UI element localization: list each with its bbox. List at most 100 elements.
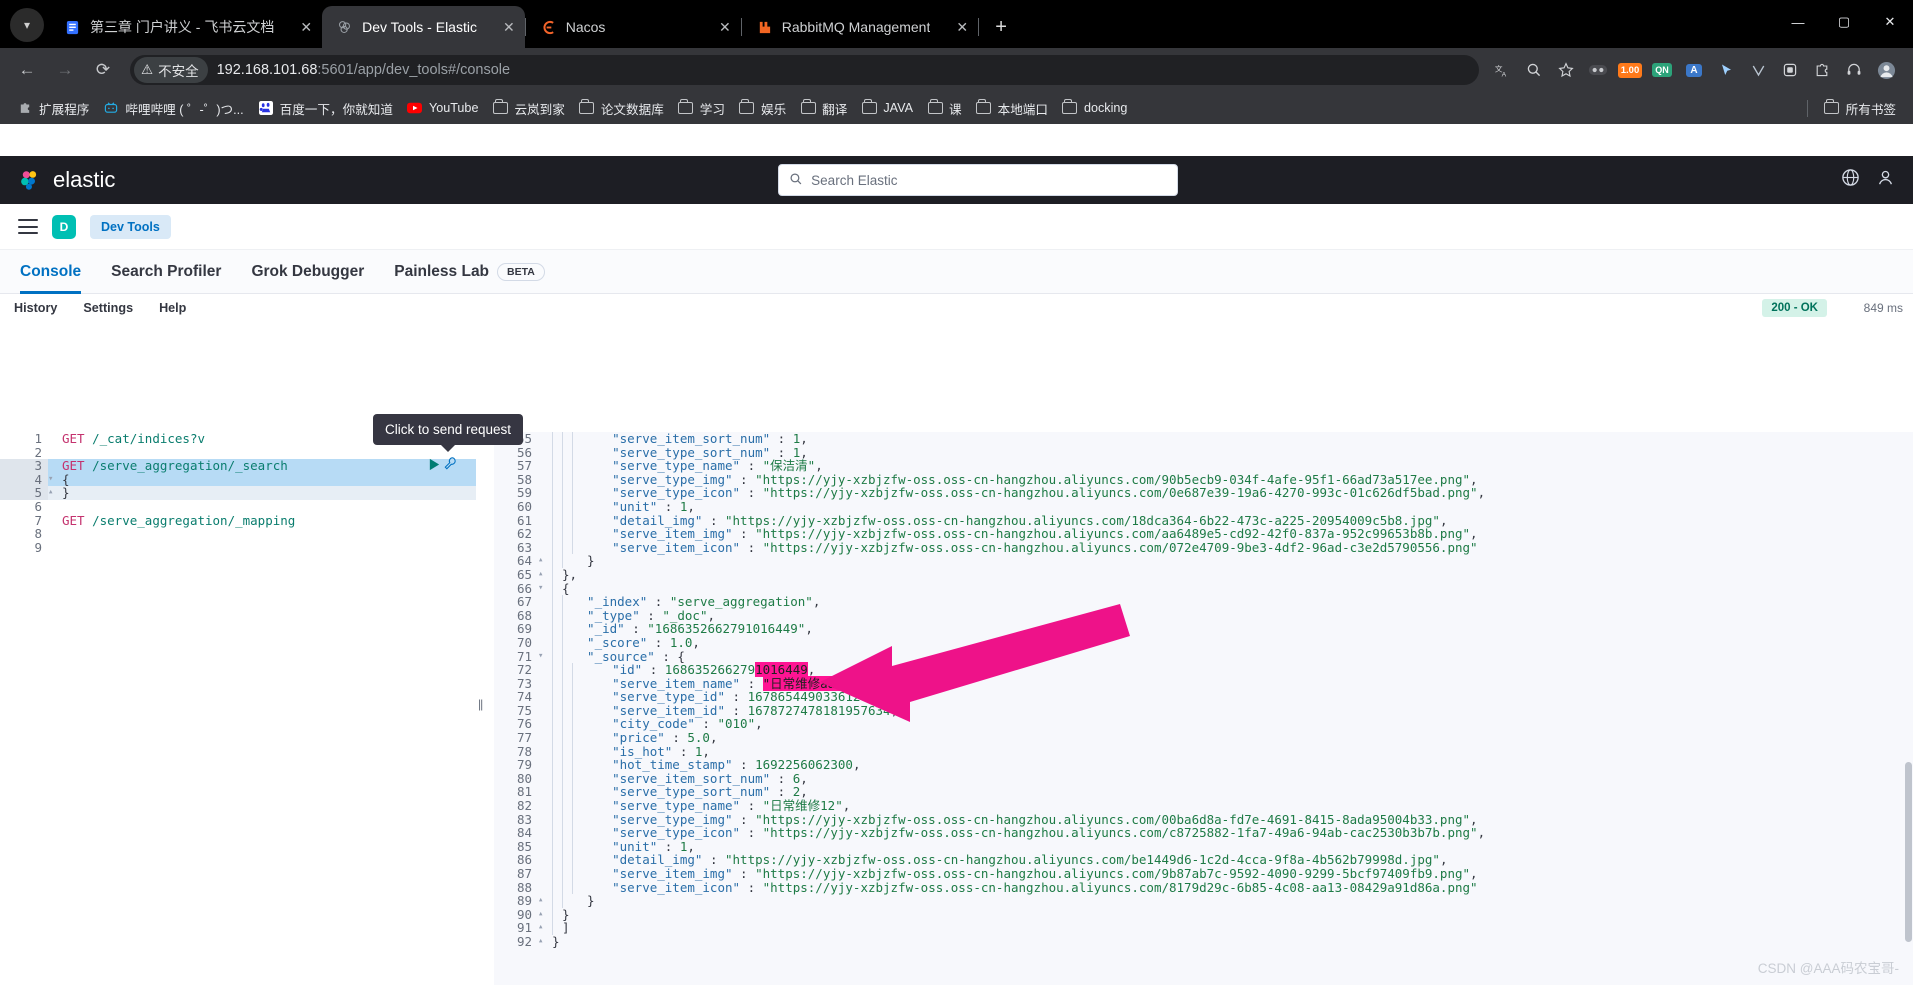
bookmark-item[interactable]: 课: [920, 96, 969, 121]
code-line: 86 "detail_img" : "https://yjy-xzbjzfw-o…: [494, 853, 1913, 867]
score-badge-icon[interactable]: 1.00: [1615, 55, 1645, 85]
address-bar[interactable]: ⚠ 不安全 192.168.101.68:5601/app/dev_tools#…: [130, 55, 1479, 85]
code-line[interactable]: 5 ▴}: [0, 486, 476, 500]
security-chip[interactable]: ⚠ 不安全: [134, 57, 208, 83]
bookmark-item[interactable]: 娱乐: [732, 96, 793, 121]
qn-icon[interactable]: QN: [1647, 55, 1677, 85]
play-triangle-icon[interactable]: [428, 458, 441, 474]
extensions-icon[interactable]: [1775, 55, 1805, 85]
indent-guide: [562, 608, 563, 623]
indent-guide: [562, 690, 563, 704]
all-bookmarks-button[interactable]: 所有书签: [1817, 96, 1903, 121]
code-line: 79 "hot_time_stamp" : 1692256062300,: [494, 758, 1913, 772]
bookmark-label: 扩展程序: [39, 102, 90, 117]
code-line[interactable]: 2: [0, 445, 476, 460]
reload-button[interactable]: ⟳: [87, 54, 119, 86]
code-line[interactable]: 7 GET /serve_aggregation/_mapping: [0, 513, 476, 528]
code-line: 60 "unit" : 1,: [494, 500, 1913, 514]
tab-painless-lab[interactable]: Painless Lab BETA: [394, 250, 545, 294]
tab-grok-debugger[interactable]: Grok Debugger: [251, 250, 364, 294]
bookmark-item[interactable]: 百度一下，你就知道: [251, 96, 400, 121]
bookmark-item[interactable]: 哔哩哔哩 ( ゜-゜)つ...: [96, 96, 250, 121]
request-editor[interactable]: 1 GET /_cat/indices?v 2 3 GET /serve_aggrega…: [0, 432, 476, 985]
help-button[interactable]: Help: [159, 301, 186, 315]
indent-guide: [552, 676, 553, 691]
folder-icon: [800, 99, 816, 116]
bookmark-item[interactable]: 翻译: [793, 96, 854, 121]
v-icon[interactable]: [1743, 55, 1773, 85]
new-tab-button[interactable]: +: [987, 13, 1015, 41]
browser-tab-0[interactable]: 第三章 门户讲义 - 飞书云文档 ✕: [50, 6, 323, 48]
breadcrumb-dev-tools[interactable]: Dev Tools: [90, 214, 171, 239]
fold-toggle-icon[interactable]: ▴: [538, 908, 548, 922]
code-text: "is_hot" : 1,: [548, 744, 710, 759]
browser-tab-1[interactable]: Dev Tools - Elastic ✕: [322, 6, 525, 48]
profile-avatar[interactable]: [1871, 55, 1901, 85]
fold-toggle-icon[interactable]: ▾: [538, 582, 548, 596]
menu-hamburger-icon[interactable]: [18, 219, 38, 234]
bookmark-item[interactable]: 云岚到家: [485, 96, 571, 121]
tab-close-icon[interactable]: ✕: [274, 20, 312, 34]
bookmark-item[interactable]: 论文数据库: [572, 96, 671, 121]
code-line[interactable]: 8: [0, 527, 476, 541]
a-icon[interactable]: A: [1679, 55, 1709, 85]
tab-close-icon[interactable]: ✕: [477, 20, 515, 34]
minimize-button[interactable]: —: [1775, 0, 1821, 44]
indent-guide: [552, 567, 553, 582]
settings-button[interactable]: Settings: [83, 301, 133, 315]
back-button[interactable]: ←: [11, 54, 43, 86]
code-text: }: [548, 907, 570, 922]
code-line[interactable]: 6: [0, 500, 476, 514]
puzzle-icon[interactable]: [1807, 55, 1837, 85]
line-number: 70: [494, 636, 538, 650]
tab-search-profiler[interactable]: Search Profiler: [111, 250, 221, 294]
bookmark-item[interactable]: docking: [1055, 97, 1134, 119]
history-button[interactable]: History: [14, 301, 57, 315]
close-window-button[interactable]: ✕: [1867, 0, 1913, 44]
fold-toggle-icon[interactable]: ▴: [538, 935, 548, 949]
fold-toggle-icon[interactable]: ▴: [538, 568, 548, 582]
fold-toggle-icon[interactable]: ▴: [48, 486, 58, 500]
panel-splitter[interactable]: [476, 432, 494, 985]
wrench-icon[interactable]: [444, 457, 457, 473]
fold-toggle-icon[interactable]: ▴: [538, 921, 548, 935]
help-globe-icon[interactable]: [1841, 168, 1860, 192]
tab-close-icon[interactable]: ✕: [693, 20, 731, 34]
bookmark-item[interactable]: 本地端口: [969, 96, 1055, 121]
code-line: 63 "serve_item_icon" : "https://yjy-xzbj…: [494, 540, 1913, 555]
elastic-logo[interactable]: elastic: [18, 167, 115, 193]
tab-close-icon[interactable]: ✕: [930, 20, 968, 34]
capsule-icon[interactable]: [1583, 55, 1613, 85]
bookmark-item[interactable]: 扩展程序: [10, 96, 96, 121]
fold-toggle-icon[interactable]: ▾: [48, 473, 58, 487]
browser-tab-3[interactable]: RabbitMQ Management ✕: [741, 6, 979, 48]
line-number: 67: [494, 595, 538, 609]
tab-console[interactable]: Console: [20, 250, 82, 294]
maximize-button[interactable]: ▢: [1821, 0, 1867, 44]
forward-button[interactable]: →: [49, 54, 81, 86]
headset-icon[interactable]: [1839, 55, 1869, 85]
output-scrollbar-thumb[interactable]: [1905, 762, 1912, 942]
translate-icon[interactable]: 文A: [1487, 55, 1517, 85]
browser-tab-2[interactable]: Nacos ✕: [525, 6, 741, 48]
bookmark-star-icon[interactable]: [1551, 55, 1581, 85]
zoom-icon[interactable]: [1519, 55, 1549, 85]
code-text: GET /serve_aggregation/_search: [58, 459, 288, 473]
code-line[interactable]: 4 ▾{: [0, 472, 476, 487]
bookmark-item[interactable]: YouTube: [400, 97, 486, 119]
bookmark-item[interactable]: JAVA: [854, 97, 920, 119]
global-search-input[interactable]: Search Elastic: [778, 164, 1179, 196]
fold-toggle-icon[interactable]: ▴: [538, 554, 548, 568]
code-line[interactable]: 9: [0, 541, 476, 555]
indent-guide: [572, 771, 573, 786]
code-line[interactable]: 3 GET /serve_aggregation/_search: [0, 459, 476, 473]
tab-search-button[interactable]: ▾: [10, 8, 44, 42]
user-account-icon[interactable]: [1876, 168, 1895, 192]
code-line: 83 "serve_type_img" : "https://yjy-xzbjz…: [494, 812, 1913, 827]
bookmark-item[interactable]: 学习: [671, 96, 732, 121]
indent-guide: [552, 812, 553, 827]
cursor-icon[interactable]: [1711, 55, 1741, 85]
fold-toggle-icon[interactable]: ▴: [538, 894, 548, 908]
fold-toggle-icon[interactable]: ▾: [538, 650, 548, 664]
